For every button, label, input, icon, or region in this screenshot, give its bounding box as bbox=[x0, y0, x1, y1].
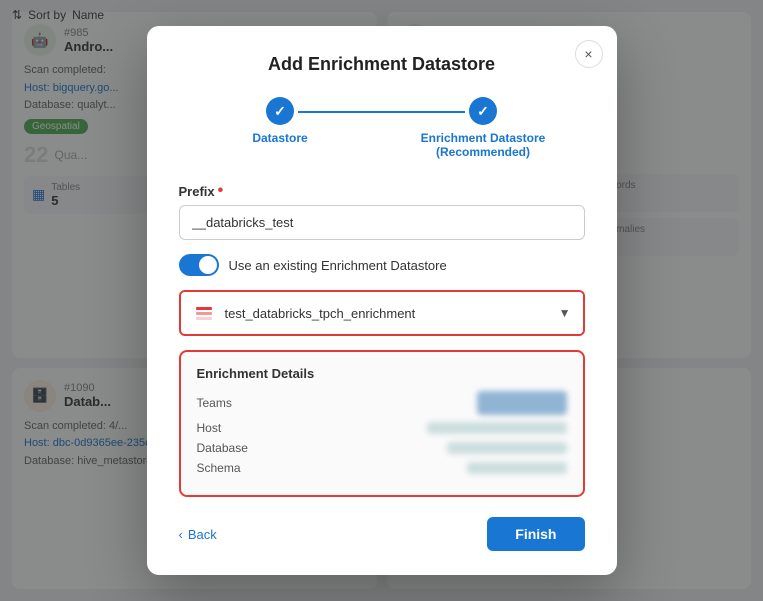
step-datastore: Datastore bbox=[179, 97, 382, 145]
host-value-blur bbox=[427, 422, 567, 434]
toggle-row: Use an existing Enrichment Datastore bbox=[179, 254, 585, 276]
chevron-down-icon: ▼ bbox=[559, 306, 571, 320]
step-circle-2 bbox=[469, 97, 497, 125]
datastore-select-wrapper[interactable]: test_databricks_tpch_enrichment ▼ bbox=[179, 290, 585, 336]
modal-overlay: × Add Enrichment Datastore Datastore Enr… bbox=[0, 0, 763, 601]
check-icon-1 bbox=[274, 103, 286, 120]
modal-title: Add Enrichment Datastore bbox=[179, 54, 585, 75]
chevron-left-icon: ‹ bbox=[179, 527, 183, 542]
step-connector bbox=[298, 111, 465, 113]
schema-value-blur bbox=[467, 462, 567, 474]
modal-footer: ‹ Back Finish bbox=[179, 517, 585, 551]
step-circle-1 bbox=[266, 97, 294, 125]
close-icon: × bbox=[584, 46, 592, 62]
finish-button[interactable]: Finish bbox=[487, 517, 584, 551]
enrichment-details-box: Enrichment Details Teams Host Database S… bbox=[179, 350, 585, 497]
add-enrichment-modal: × Add Enrichment Datastore Datastore Enr… bbox=[147, 26, 617, 575]
enrichment-row-schema: Schema bbox=[197, 461, 567, 475]
steps-container: Datastore Enrichment Datastore(Recommend… bbox=[179, 97, 585, 159]
step-label-1: Datastore bbox=[252, 131, 307, 145]
enrichment-toggle[interactable] bbox=[179, 254, 219, 276]
datastore-selected-text: test_databricks_tpch_enrichment bbox=[225, 306, 549, 321]
required-indicator: • bbox=[218, 183, 224, 199]
prefix-input[interactable] bbox=[179, 205, 585, 240]
enrichment-row-database: Database bbox=[197, 441, 567, 455]
teams-key: Teams bbox=[197, 396, 277, 410]
step-enrichment: Enrichment Datastore(Recommended) bbox=[382, 97, 585, 159]
toggle-label: Use an existing Enrichment Datastore bbox=[229, 258, 447, 273]
prefix-label: Prefix • bbox=[179, 183, 585, 199]
enrichment-details-title: Enrichment Details bbox=[197, 366, 567, 381]
back-button[interactable]: ‹ Back bbox=[179, 527, 217, 542]
stack-icon bbox=[193, 302, 215, 324]
step-label-2: Enrichment Datastore(Recommended) bbox=[421, 131, 546, 159]
teams-value-blur bbox=[477, 391, 567, 415]
check-icon-2 bbox=[477, 103, 489, 120]
enrichment-row-teams: Teams bbox=[197, 391, 567, 415]
database-key: Database bbox=[197, 441, 277, 455]
host-key: Host bbox=[197, 421, 277, 435]
schema-key: Schema bbox=[197, 461, 277, 475]
database-value-blur bbox=[447, 442, 567, 454]
enrichment-row-host: Host bbox=[197, 421, 567, 435]
close-button[interactable]: × bbox=[575, 40, 603, 68]
